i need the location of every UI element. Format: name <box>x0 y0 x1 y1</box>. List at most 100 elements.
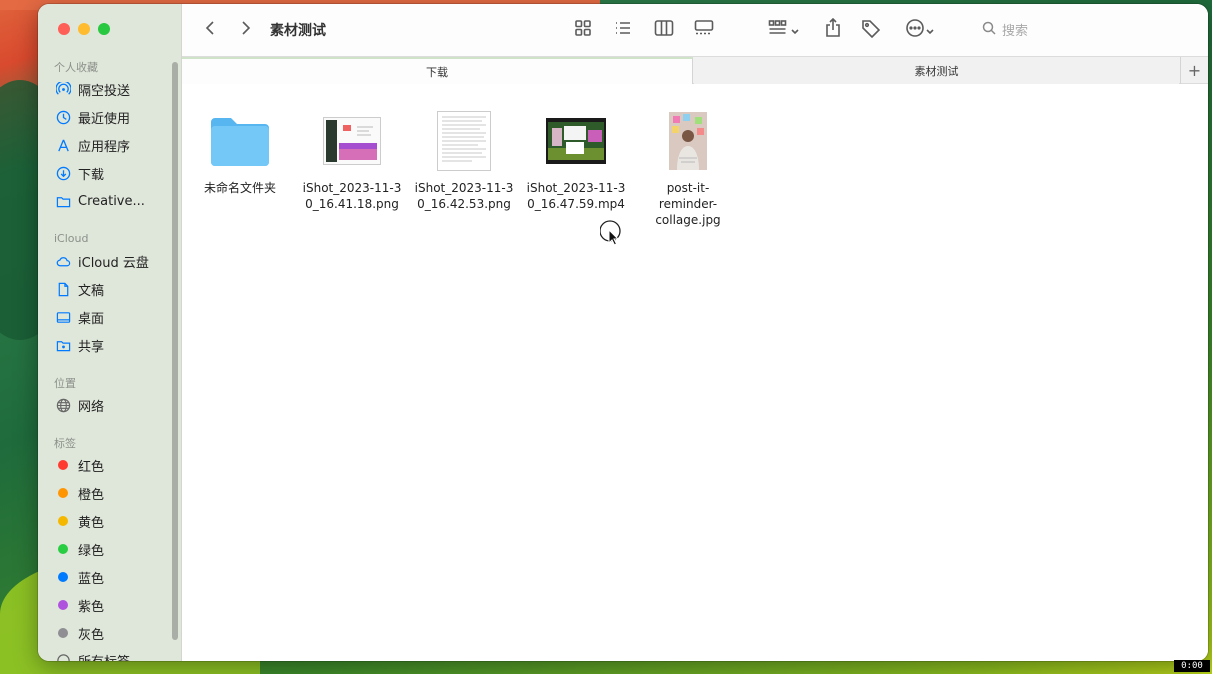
sidebar-item-desktop[interactable]: 桌面 <box>54 306 174 328</box>
sidebar-item-applications[interactable]: 应用程序 <box>54 134 174 156</box>
sidebar-item-label: 所有标签 <box>78 651 130 662</box>
sidebar-item-label: 蓝色 <box>78 571 105 587</box>
group-grid-icon <box>768 19 790 41</box>
gallery-view-button[interactable] <box>692 18 716 42</box>
applications-icon <box>54 136 72 154</box>
sidebar-item-creative[interactable]: Creative... <box>54 190 174 212</box>
sidebar-item-downloads[interactable]: 下载 <box>54 162 174 184</box>
back-button[interactable] <box>200 18 220 42</box>
photo-thumbnail <box>669 110 707 172</box>
chevron-left-icon <box>205 20 215 40</box>
sidebar-section-header: 标签 <box>54 437 76 450</box>
sidebar-tag-red[interactable]: 红色 <box>54 454 174 476</box>
sidebar-section-header: 个人收藏 <box>54 61 98 74</box>
group-by-button[interactable] <box>764 18 804 42</box>
file-name-text: post-it-reminder-collage.jpg <box>655 181 721 227</box>
chevron-right-icon <box>241 20 251 40</box>
forward-button[interactable] <box>236 18 256 42</box>
sidebar-item-label: 隔空投送 <box>78 83 131 99</box>
image-thumbnail <box>323 110 381 172</box>
plus-icon: + <box>1187 61 1202 80</box>
sidebar-tag-green[interactable]: 绿色 <box>54 538 174 560</box>
search-field[interactable]: 搜索 <box>982 20 1028 39</box>
folder-icon <box>209 110 271 172</box>
tag-color-dot <box>58 628 68 638</box>
sidebar-item-label: 红色 <box>78 459 105 475</box>
tab-bar: 下载 素材测试 + <box>182 56 1208 84</box>
sidebar-item-documents[interactable]: 文稿 <box>54 278 174 300</box>
sidebar-item-label: 文稿 <box>78 283 105 299</box>
video-thumbnail <box>546 110 606 172</box>
traffic-lights <box>58 23 110 35</box>
chevron-down-icon <box>925 21 935 40</box>
tab-downloads[interactable]: 下载 <box>182 57 693 84</box>
file-item-png[interactable]: iShot_2023-11-30_16.41.18.png <box>296 110 408 212</box>
tag-button[interactable] <box>860 18 882 42</box>
file-item-png[interactable]: iShot_2023-11-30_16.42.53.png <box>408 110 520 212</box>
new-tab-button[interactable]: + <box>1180 57 1208 84</box>
tag-color-dot <box>58 544 68 554</box>
file-name-text: iShot_2023-11-30_16.41.18.png <box>302 181 402 211</box>
airdrop-icon <box>54 80 72 98</box>
sidebar-item-recents[interactable]: 最近使用 <box>54 106 174 128</box>
sidebar-section-header: 位置 <box>54 377 76 390</box>
shared-folder-icon <box>54 336 72 354</box>
list-view-icon <box>614 19 632 41</box>
file-item-jpg[interactable]: post-it-reminder-collage.jpg <box>632 110 744 228</box>
sidebar-item-airdrop[interactable]: 隔空投送 <box>54 78 174 100</box>
file-name-text: iShot_2023-11-30_16.47.59.mp4 <box>526 181 626 211</box>
sidebar-tag-gray[interactable]: 灰色 <box>54 622 174 644</box>
clock-icon <box>54 108 72 126</box>
sidebar-item-label: iCloud 云盘 <box>78 255 149 271</box>
tag-color-dot <box>58 516 68 526</box>
file-item-folder[interactable]: 未命名文件夹 <box>184 110 296 196</box>
folder-icon <box>54 192 72 210</box>
mouse-pointer-icon <box>599 220 624 252</box>
gallery-view-icon <box>694 19 714 41</box>
tag-color-dot <box>58 572 68 582</box>
network-icon <box>54 396 72 414</box>
sidebar-item-label: 紫色 <box>78 599 105 615</box>
minimize-window-button[interactable] <box>78 23 90 35</box>
file-name: iShot_2023-11-30_16.47.59.mp4 <box>523 180 629 212</box>
sidebar-item-label: 桌面 <box>78 311 105 327</box>
file-name: iShot_2023-11-30_16.42.53.png <box>411 180 517 212</box>
chevron-down-icon <box>790 21 800 40</box>
sidebar-tag-purple[interactable]: 紫色 <box>54 594 174 616</box>
tab-material-test[interactable]: 素材测试 <box>694 57 1179 84</box>
list-view-button[interactable] <box>612 18 634 42</box>
sidebar-tag-blue[interactable]: 蓝色 <box>54 566 174 588</box>
file-name: post-it-reminder-collage.jpg <box>638 180 738 228</box>
column-view-button[interactable] <box>652 18 676 42</box>
sidebar-scrollbar[interactable] <box>172 62 178 640</box>
sidebar-item-label: 网络 <box>78 399 105 415</box>
window-title: 素材测试 <box>270 23 326 39</box>
zoom-window-button[interactable] <box>98 23 110 35</box>
sidebar-item-network[interactable]: 网络 <box>54 394 174 416</box>
sidebar-item-label: 下载 <box>78 167 105 183</box>
tag-icon <box>861 18 881 42</box>
file-item-video[interactable]: iShot_2023-11-30_16.47.59.mp4 <box>520 110 632 212</box>
desktop-icon <box>54 308 72 326</box>
close-window-button[interactable] <box>58 23 70 35</box>
sidebar-item-label: 灰色 <box>78 627 105 643</box>
sidebar-tag-yellow[interactable]: 黄色 <box>54 510 174 532</box>
sidebar-item-label: 黄色 <box>78 515 105 531</box>
file-name: 未命名文件夹 <box>203 181 276 195</box>
icloud-icon <box>54 252 72 270</box>
sidebar-item-label: Creative... <box>78 193 145 209</box>
sidebar-item-label: 橙色 <box>78 487 105 503</box>
sidebar-item-label: 应用程序 <box>78 139 131 155</box>
share-button[interactable] <box>822 17 844 42</box>
sidebar-item-icloud-drive[interactable]: iCloud 云盘 <box>54 250 174 272</box>
more-actions-button[interactable] <box>900 18 940 42</box>
search-icon <box>982 21 1002 39</box>
sidebar-section-header: iCloud <box>54 232 89 245</box>
sidebar-item-label: 绿色 <box>78 543 105 559</box>
sidebar-tag-orange[interactable]: 橙色 <box>54 482 174 504</box>
sidebar-item-shared[interactable]: 共享 <box>54 334 174 356</box>
sidebar-tag-all[interactable]: 所有标签 <box>54 649 174 661</box>
grid-view-icon <box>574 19 592 41</box>
finder-window: 个人收藏 隔空投送 最近使用 应用程序 下载 Creative... iClou… <box>38 4 1208 661</box>
icon-view-button[interactable] <box>572 18 594 42</box>
